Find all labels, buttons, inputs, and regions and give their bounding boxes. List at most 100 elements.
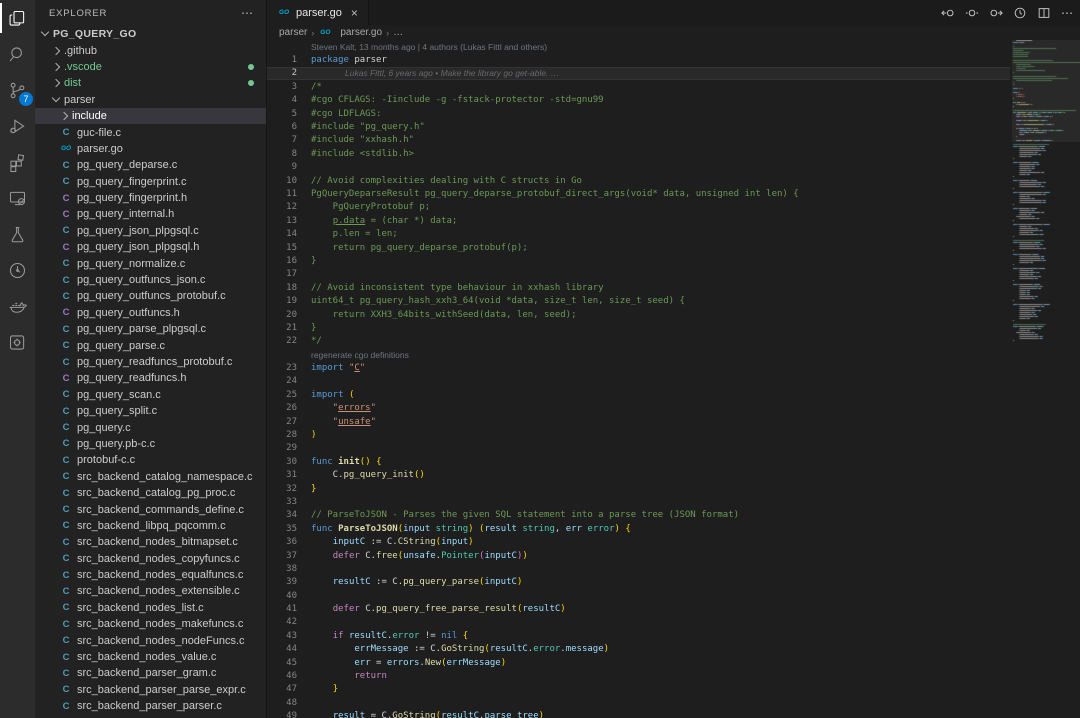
code-line-4[interactable]: 4#cgo CFLAGS: -Iinclude -g -fstack-prote… — [267, 94, 1010, 107]
code-line-5[interactable]: 5#cgo LDFLAGS: — [267, 107, 1010, 120]
code-line-32[interactable]: 32} — [267, 482, 1010, 495]
code-line-18[interactable]: 18// Avoid inconsistent type behaviour i… — [267, 281, 1010, 294]
gutter-open-changes-icon[interactable] — [965, 6, 979, 20]
code-line-8[interactable]: 8#include <stdlib.h> — [267, 147, 1010, 160]
explorer-icon[interactable] — [0, 0, 35, 36]
tree-file-src-backend-nodes-nodefuncs-c[interactable]: Csrc_backend_nodes_nodeFuncs.c — [35, 632, 266, 648]
code-line-42[interactable]: 42 — [267, 616, 1010, 629]
code-line-22[interactable]: 22*/ — [267, 335, 1010, 348]
code-line-41[interactable]: 41 defer C.pg_query_free_parse_result(re… — [267, 602, 1010, 615]
tree-file-src-backend-parser-parser-c[interactable]: Csrc_backend_parser_parser.c — [35, 698, 266, 714]
tree-folder-dist[interactable]: dist — [35, 75, 266, 91]
minimap-slider[interactable] — [1012, 40, 1080, 142]
code-line-9[interactable]: 9 — [267, 161, 1010, 174]
minimap[interactable] — [1012, 40, 1080, 718]
code-line-36[interactable]: 36 inputC := C.CString(input) — [267, 535, 1010, 548]
tree-file-pg-query-c[interactable]: Cpg_query.c — [35, 419, 266, 435]
more-actions-icon[interactable]: ⋯ — [1061, 6, 1074, 20]
tree-file-src-backend-nodes-extensible-c[interactable]: Csrc_backend_nodes_extensible.c — [35, 583, 266, 599]
code-line-13[interactable]: 13 p.data = (char *) data; — [267, 214, 1010, 227]
code-line-44[interactable]: 44 errMessage := C.GoString(resultC.erro… — [267, 643, 1010, 656]
tree-file-src-backend-catalog-namespace-c[interactable]: Csrc_backend_catalog_namespace.c — [35, 469, 266, 485]
code-line-10[interactable]: 10// Avoid complexities dealing with C s… — [267, 174, 1010, 187]
tree-folder-parser[interactable]: parser — [35, 92, 266, 108]
history-icon[interactable] — [0, 252, 35, 288]
tree-file-pg-query-pb-c-c[interactable]: Cpg_query.pb-c.c — [35, 436, 266, 452]
code-line-21[interactable]: 21} — [267, 321, 1010, 334]
code-line-12[interactable]: 12 PgQueryProtobuf p; — [267, 201, 1010, 214]
code-line-27[interactable]: 27 "unsafe" — [267, 415, 1010, 428]
code-line-24[interactable]: 24 — [267, 375, 1010, 388]
codelens-regenerate-cgo[interactable]: regenerate cgo definitions — [311, 350, 409, 360]
code-line-19[interactable]: 19uint64_t pg_query_hash_xxh3_64(void *d… — [267, 294, 1010, 307]
split-editor-icon[interactable] — [1037, 6, 1051, 20]
code-line-47[interactable]: 47 } — [267, 683, 1010, 696]
tree-file-src-backend-nodes-makefuncs-c[interactable]: Csrc_backend_nodes_makefuncs.c — [35, 616, 266, 632]
code-line-38[interactable]: 38 — [267, 562, 1010, 575]
tree-file-pg-query-normalize-c[interactable]: Cpg_query_normalize.c — [35, 255, 266, 271]
code-line-29[interactable]: 29 — [267, 442, 1010, 455]
code-line-39[interactable]: 39 resultC := C.pg_query_parse(inputC) — [267, 576, 1010, 589]
code-line-30[interactable]: 30func init() { — [267, 455, 1010, 468]
extensions-icon[interactable] — [0, 144, 35, 180]
tree-file-src-backend-nodes-value-c[interactable]: Csrc_backend_nodes_value.c — [35, 649, 266, 665]
tree-file-pg-query-outfuncs-h[interactable]: Cpg_query_outfuncs.h — [35, 305, 266, 321]
search-icon[interactable] — [0, 36, 35, 72]
tree-file-pg-query-readfuncs-h[interactable]: Cpg_query_readfuncs.h — [35, 370, 266, 386]
code-line-31[interactable]: 31 C.pg_query_init() — [267, 469, 1010, 482]
tab-close-icon[interactable]: × — [351, 6, 358, 20]
tree-file-pg-query-fingerprint-h[interactable]: Cpg_query_fingerprint.h — [35, 190, 266, 206]
code-line-25[interactable]: 25import ( — [267, 388, 1010, 401]
tree-file-pg-query-parse-plpgsql-c[interactable]: Cpg_query_parse_plpgsql.c — [35, 321, 266, 337]
gitlens-blame-icon[interactable] — [1013, 6, 1027, 20]
tree-file-src-backend-nodes-equalfuncs-c[interactable]: Csrc_backend_nodes_equalfuncs.c — [35, 567, 266, 583]
code-line-48[interactable]: 48 — [267, 696, 1010, 709]
run-debug-icon[interactable] — [0, 108, 35, 144]
tree-file-src-backend-nodes-copyfuncs-c[interactable]: Csrc_backend_nodes_copyfuncs.c — [35, 551, 266, 567]
tree-file-src-backend-parser-parse-expr-c[interactable]: Csrc_backend_parser_parse_expr.c — [35, 682, 266, 698]
breadcrumb-symbol[interactable]: … — [393, 27, 403, 38]
code-line-43[interactable]: 43 if resultC.error != nil { — [267, 629, 1010, 642]
tree-folder-pg-query-go[interactable]: PG_QUERY_GO — [35, 26, 266, 42]
code-line-6[interactable]: 6#include "pg_query.h" — [267, 120, 1010, 133]
tree-file-protobuf-c-c[interactable]: Cprotobuf-c.c — [35, 452, 266, 468]
tree-folder--vscode[interactable]: .vscode — [35, 59, 266, 75]
docker-icon[interactable] — [0, 288, 35, 324]
remote-explorer-icon[interactable] — [0, 180, 35, 216]
testing-icon[interactable] — [0, 216, 35, 252]
tree-file-pg-query-outfuncs-json-c[interactable]: Cpg_query_outfuncs_json.c — [35, 272, 266, 288]
container-tools-icon[interactable] — [0, 324, 35, 360]
tree-file-pg-query-deparse-c[interactable]: Cpg_query_deparse.c — [35, 157, 266, 173]
code-line-26[interactable]: 26 "errors" — [267, 402, 1010, 415]
tree-file-pg-query-outfuncs-protobuf-c[interactable]: Cpg_query_outfuncs_protobuf.c — [35, 288, 266, 304]
breadcrumb-file[interactable]: parser.go — [340, 27, 382, 38]
tree-file-src-backend-libpq-pqcomm-c[interactable]: Csrc_backend_libpq_pqcomm.c — [35, 518, 266, 534]
tree-file-src-backend-parser-gram-c[interactable]: Csrc_backend_parser_gram.c — [35, 665, 266, 681]
code-line-45[interactable]: 45 err = errors.New(errMessage) — [267, 656, 1010, 669]
tree-file-src-backend-commands-define-c[interactable]: Csrc_backend_commands_define.c — [35, 501, 266, 517]
code-line-34[interactable]: 34// ParseToJSON - Parses the given SQL … — [267, 509, 1010, 522]
tree-file-guc-file-c[interactable]: Cguc-file.c — [35, 124, 266, 140]
code-line-23[interactable]: 23import "C" — [267, 361, 1010, 374]
code-line-35[interactable]: 35func ParseToJSON(input string) (result… — [267, 522, 1010, 535]
code-line-7[interactable]: 7#include "xxhash.h" — [267, 134, 1010, 147]
tree-file-pg-query-readfuncs-protobuf-c[interactable]: Cpg_query_readfuncs_protobuf.c — [35, 354, 266, 370]
code-line-3[interactable]: 3/* — [267, 80, 1010, 93]
tree-file-parser-go[interactable]: GOparser.go — [35, 141, 266, 157]
codelens-authors[interactable]: Steven Kalt, 13 months ago | 4 authors (… — [311, 42, 547, 52]
code-line-49[interactable]: 49 result = C.GoString(resultC.parse_tre… — [267, 710, 1010, 718]
code-line-17[interactable]: 17 — [267, 268, 1010, 281]
code-line-37[interactable]: 37 defer C.free(unsafe.Pointer(inputC)) — [267, 549, 1010, 562]
code-line-15[interactable]: 15 return pg_query_deparse_protobuf(p); — [267, 241, 1010, 254]
breadcrumb-folder[interactable]: parser — [279, 27, 307, 38]
tree-file-src-backend-nodes-bitmapset-c[interactable]: Csrc_backend_nodes_bitmapset.c — [35, 534, 266, 550]
tree-file-pg-query-internal-h[interactable]: Cpg_query_internal.h — [35, 206, 266, 222]
tab-parser-go[interactable]: GO parser.go × — [267, 0, 369, 25]
code-line-11[interactable]: 11PgQueryDeparseResult pg_query_deparse_… — [267, 187, 1010, 200]
code-line-28[interactable]: 28) — [267, 428, 1010, 441]
code-line-46[interactable]: 46 return — [267, 669, 1010, 682]
code-line-14[interactable]: 14 p.len = len; — [267, 227, 1010, 240]
tree-file-pg-query-parse-c[interactable]: Cpg_query_parse.c — [35, 337, 266, 353]
tree-folder-include[interactable]: include — [35, 108, 266, 124]
tree-file-pg-query-scan-c[interactable]: Cpg_query_scan.c — [35, 387, 266, 403]
